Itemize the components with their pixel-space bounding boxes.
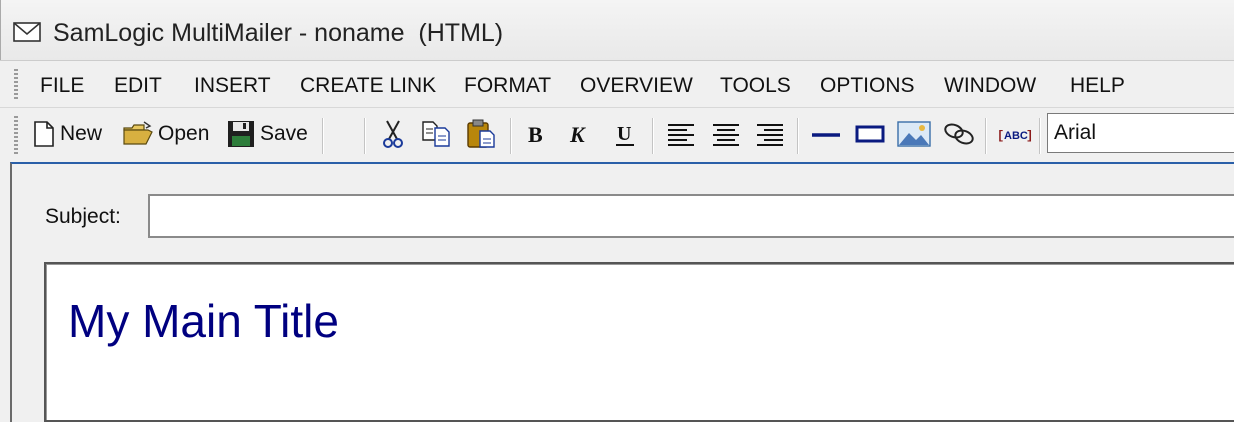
menu-bar: FILE EDIT INSERT CREATE LINK FORMAT OVER… <box>0 60 1234 108</box>
toolbar-separator <box>652 118 653 154</box>
new-button[interactable]: New <box>32 117 102 151</box>
svg-text:]: ] <box>1026 129 1032 143</box>
spell-check-button[interactable]: [ ABC ] <box>996 117 1032 151</box>
scissors-icon <box>381 119 405 149</box>
new-label: New <box>60 122 103 145</box>
toolbar-separator <box>797 118 798 154</box>
align-center-button[interactable] <box>712 117 740 151</box>
title-bar: SamLogic MultiMailer - noname (HTML) <box>0 0 1234 60</box>
align-center-icon <box>712 122 740 146</box>
menu-format[interactable]: FORMAT <box>464 74 551 98</box>
align-left-button[interactable] <box>667 117 695 151</box>
insert-box-button[interactable] <box>855 117 885 151</box>
insert-image-button[interactable] <box>897 117 931 151</box>
menu-edit[interactable]: EDIT <box>114 74 162 98</box>
copy-icon <box>421 120 453 148</box>
align-left-icon <box>667 122 695 146</box>
new-document-icon <box>32 120 56 148</box>
body-main-title[interactable]: My Main Title <box>68 294 339 348</box>
menu-file[interactable]: FILE <box>40 74 84 98</box>
horizontal-line-icon <box>811 124 841 144</box>
toolbar-separator <box>1039 118 1040 154</box>
open-folder-icon <box>122 120 154 148</box>
menu-window[interactable]: WINDOW <box>944 74 1036 98</box>
svg-text:ABC: ABC <box>1004 130 1028 142</box>
toolbar-separator <box>322 118 323 154</box>
font-family-select[interactable]: Arial <box>1047 113 1234 153</box>
menu-insert[interactable]: INSERT <box>194 74 271 98</box>
menu-options[interactable]: OPTIONS <box>820 74 915 98</box>
menu-create-link[interactable]: CREATE LINK <box>300 74 436 98</box>
clipboard-paste-icon <box>466 119 498 149</box>
menu-help[interactable]: HELP <box>1070 74 1125 98</box>
align-right-button[interactable] <box>756 117 784 151</box>
svg-text:U: U <box>617 123 631 145</box>
svg-text:B: B <box>528 122 543 146</box>
italic-icon: K <box>569 122 589 146</box>
menu-tools[interactable]: TOOLS <box>720 74 791 98</box>
subject-label: Subject: <box>45 205 121 228</box>
italic-button[interactable]: K <box>569 117 589 151</box>
svg-text:K: K <box>569 122 586 146</box>
link-chain-icon <box>942 121 976 147</box>
horizontal-line-button[interactable] <box>811 117 841 151</box>
toolbar-separator <box>510 118 511 154</box>
bold-button[interactable]: B <box>527 117 547 151</box>
save-label: Save <box>260 122 308 145</box>
bold-icon: B <box>527 122 547 146</box>
open-label: Open <box>158 122 210 145</box>
insert-link-button[interactable] <box>942 117 976 151</box>
underline-button[interactable]: U <box>614 117 636 151</box>
save-button[interactable]: Save <box>226 117 308 151</box>
toolbar-separator <box>364 118 365 154</box>
cut-button[interactable] <box>381 117 405 151</box>
align-right-icon <box>756 122 784 146</box>
spell-check-abc-icon: [ ABC ] <box>996 124 1032 144</box>
menubar-grip[interactable] <box>14 69 18 99</box>
toolbar-grip[interactable] <box>14 116 18 154</box>
rectangle-icon <box>855 123 885 145</box>
floppy-disk-icon <box>226 120 256 148</box>
image-icon <box>897 120 931 148</box>
menu-overview[interactable]: OVERVIEW <box>580 74 693 98</box>
window-title: SamLogic MultiMailer - noname (HTML) <box>53 19 504 47</box>
underline-icon: U <box>614 120 636 148</box>
paste-button[interactable] <box>466 117 498 151</box>
subject-input[interactable] <box>148 194 1234 238</box>
open-button[interactable]: Open <box>122 117 209 151</box>
toolbar-separator <box>985 118 986 154</box>
envelope-icon <box>13 22 41 42</box>
copy-button[interactable] <box>421 117 453 151</box>
